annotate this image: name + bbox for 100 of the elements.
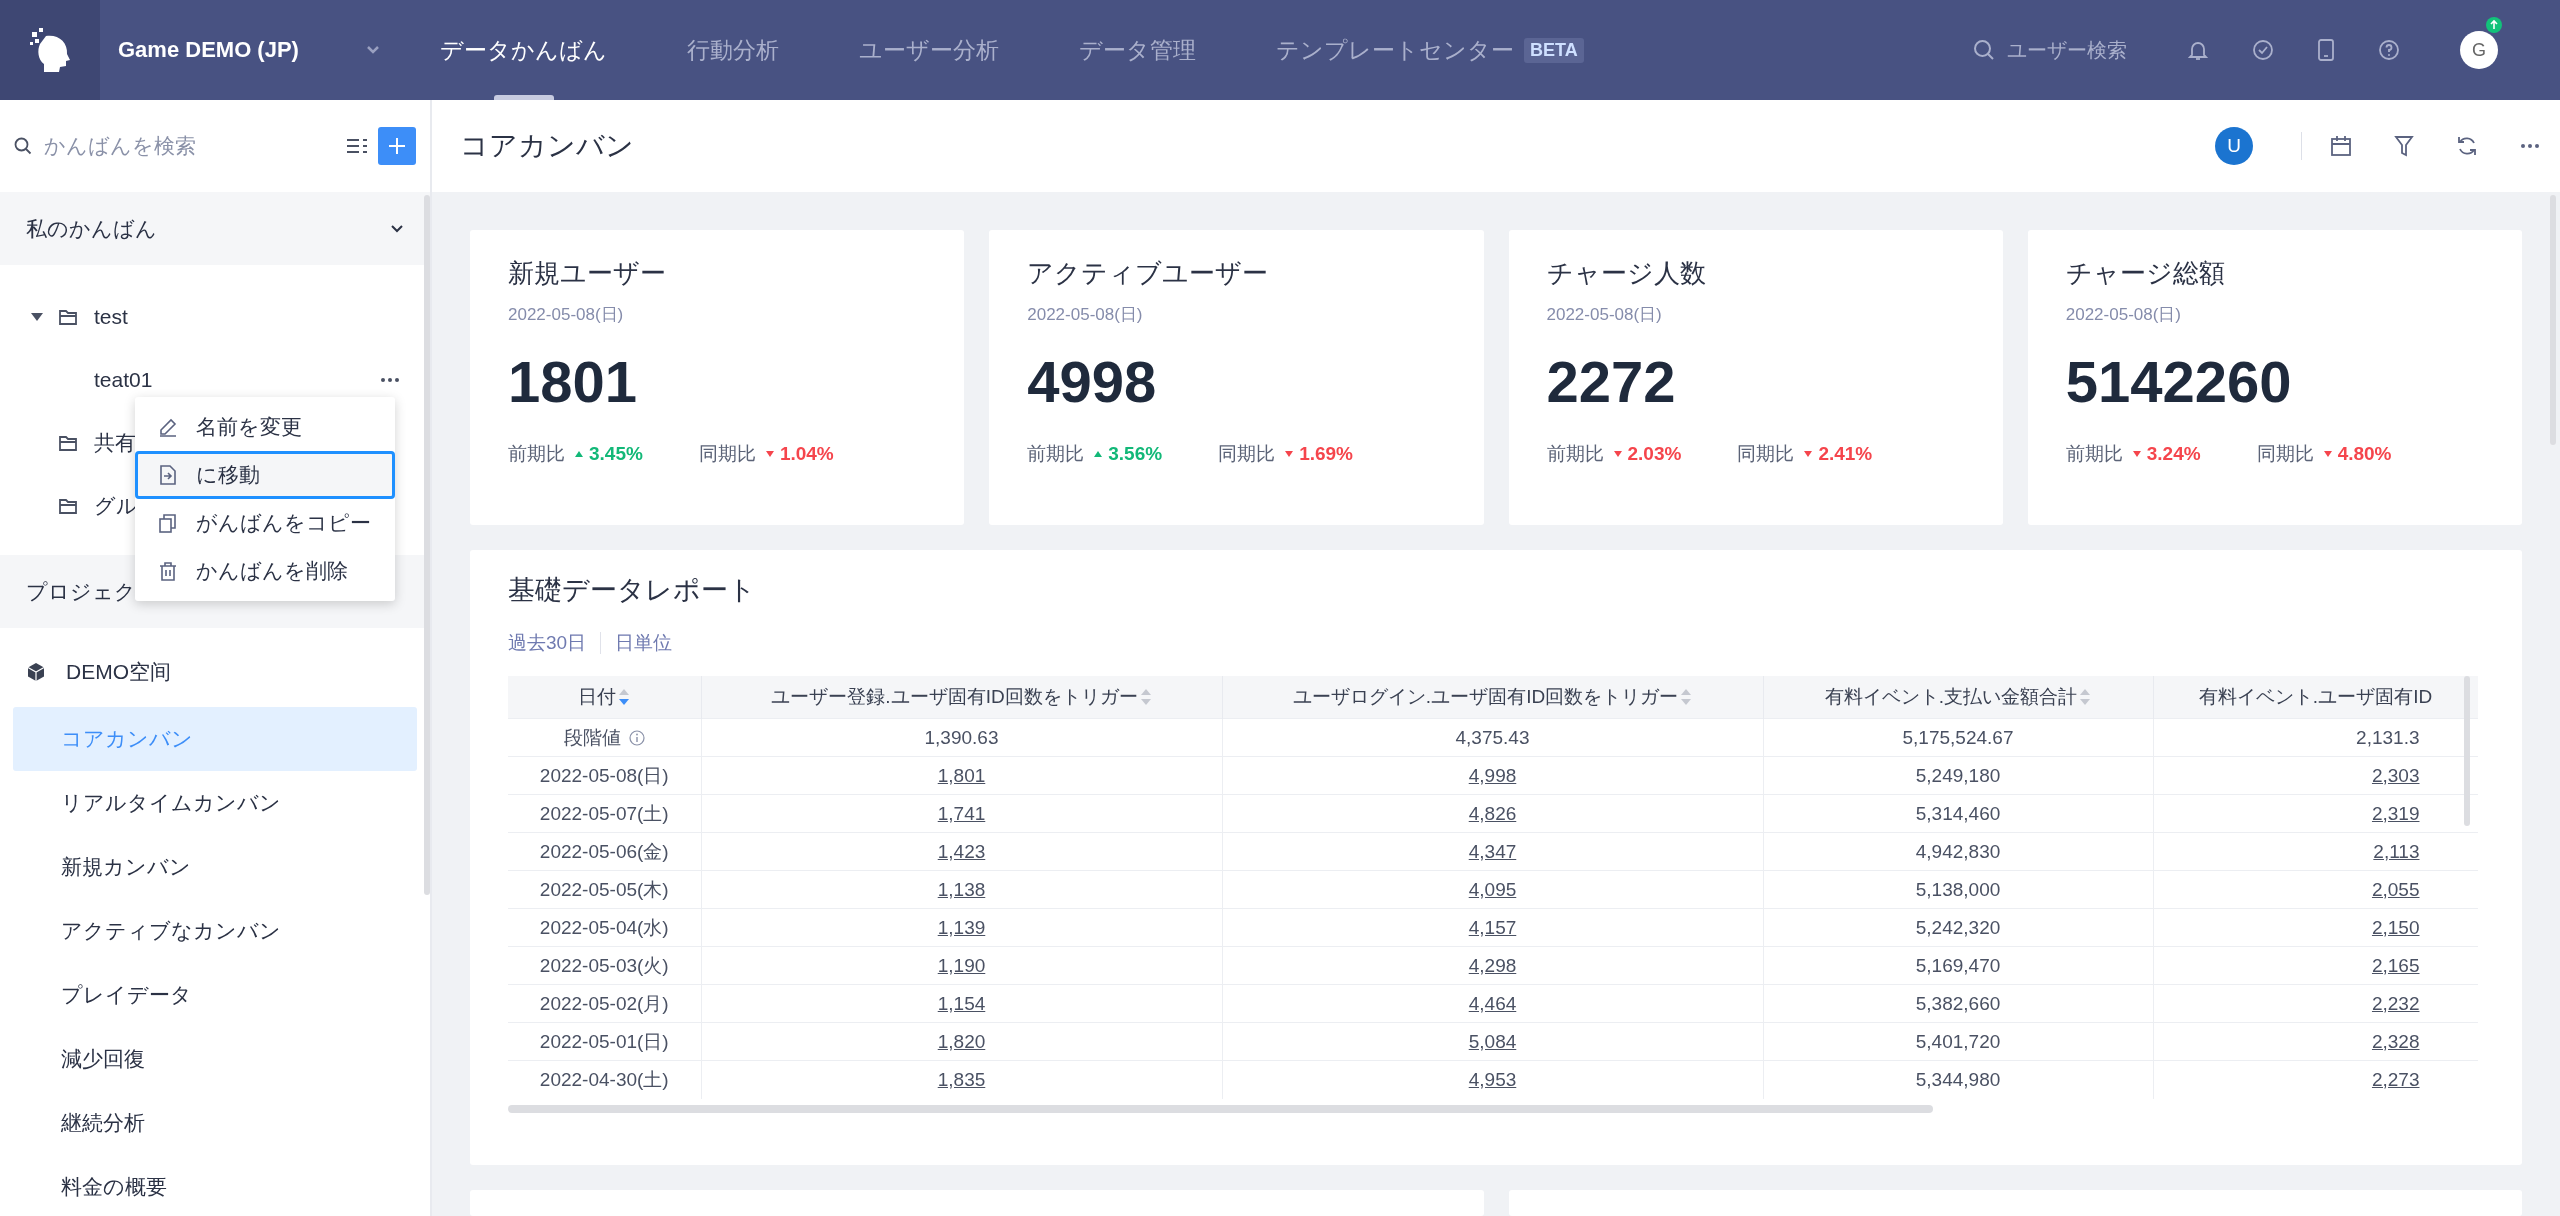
filter-label[interactable]: 過去30日 (508, 630, 587, 656)
horizontal-scrollbar[interactable] (508, 1104, 1933, 1113)
space-name: DEMO空间 (66, 658, 171, 685)
more-icon[interactable] (380, 376, 400, 383)
menu-item[interactable]: 名前を変更 (135, 403, 395, 451)
check-circle-icon[interactable] (2252, 39, 2274, 61)
card-title: チャージ総額 (2065, 257, 2226, 290)
filter-label[interactable]: 日単位 (615, 630, 673, 656)
cell-link[interactable]: 4,095 (1468, 878, 1517, 900)
cell-link[interactable]: 4,953 (1468, 1068, 1517, 1090)
list-view-icon[interactable] (346, 137, 368, 155)
metric-value: 4998 (1027, 348, 1158, 415)
triangle-down-icon (1613, 451, 1622, 457)
delta-label: 前期比 (1546, 442, 1604, 466)
cell-link[interactable]: 2,232 (2371, 992, 2420, 1014)
scrollbar[interactable] (424, 195, 430, 895)
vertical-scrollbar[interactable] (2464, 676, 2470, 826)
board-item[interactable]: 料金の概要 (13, 1155, 417, 1216)
refresh-icon[interactable] (2456, 135, 2478, 157)
table-cell: 2022-05-05(木) (539, 878, 669, 900)
report-title: 基礎データレポート (508, 574, 757, 607)
sort-icon[interactable] (618, 688, 631, 706)
chevron-down-icon[interactable] (366, 45, 380, 55)
table-cell: 2,131.3 (2356, 726, 2420, 748)
triangle-up-icon (1094, 451, 1103, 457)
cell-link[interactable]: 1,139 (937, 916, 986, 938)
cell-link[interactable]: 1,154 (937, 992, 986, 1014)
caret-down-icon[interactable] (31, 311, 43, 322)
delta-value: 1.04% (765, 443, 834, 465)
board-item[interactable]: 減少回復 (13, 1027, 417, 1091)
table-cell: 5,242,320 (1915, 916, 2001, 938)
section-title: プロジェク (26, 578, 136, 605)
cell-link[interactable]: 2,055 (2371, 878, 2420, 900)
section-header[interactable]: 私のかんばん (0, 192, 430, 265)
table-cell: 2022-05-07(土) (539, 802, 669, 824)
cell-link[interactable]: 2,113 (2373, 840, 2420, 862)
metric-value: 5142260 (2065, 348, 2293, 415)
menu-item[interactable]: がんばんをコピー (135, 499, 395, 547)
column-header[interactable]: ユーザー登録.ユーザ固有ID回数をトリガー (701, 676, 1222, 719)
column-header[interactable]: 有料イベント.支払い金額合計 (1763, 676, 2153, 719)
card-title: チャージ人数 (1546, 257, 1707, 290)
board-item[interactable]: リアルタイムカンバン (13, 771, 417, 835)
column-header[interactable]: 日付 (508, 676, 701, 719)
search-icon (14, 137, 32, 155)
cell-link[interactable]: 2,328 (2371, 1030, 2420, 1052)
cell-link[interactable]: 4,347 (1468, 840, 1517, 862)
nav-tab[interactable]: ユーザー分析 (859, 0, 999, 100)
board-item[interactable]: プレイデータ (13, 963, 417, 1027)
cell-link[interactable]: 2,273 (2371, 1068, 2420, 1090)
board-item[interactable]: 新規カンバン (13, 835, 417, 899)
metric-value: 2272 (1546, 348, 1677, 415)
board-item[interactable]: アクティブなカンバン (13, 899, 417, 963)
folder-item[interactable]: test (94, 304, 128, 329)
help-icon[interactable] (2378, 39, 2400, 61)
nav-tab[interactable]: データかんばん (440, 0, 607, 100)
project-name[interactable]: Game DEMO (JP) (118, 37, 366, 63)
cell-link[interactable]: 4,157 (1468, 916, 1517, 938)
bell-icon[interactable] (2187, 39, 2209, 61)
cell-link[interactable]: 1,138 (937, 878, 986, 900)
cell-link[interactable]: 4,998 (1468, 764, 1517, 786)
cell-link[interactable]: 2,319 (2371, 802, 2420, 824)
board-item[interactable]: 継続分析 (13, 1091, 417, 1155)
cell-link[interactable]: 1,741 (937, 802, 986, 824)
cell-link[interactable]: 4,464 (1468, 992, 1517, 1014)
board-item[interactable]: teat01 (94, 367, 153, 392)
menu-item[interactable]: に移動 (135, 451, 395, 499)
delta-label: 同期比 (698, 442, 756, 466)
cell-link[interactable]: 1,801 (937, 764, 986, 786)
user-avatar[interactable]: G (2460, 31, 2498, 69)
delta-value: 3.45% (575, 443, 643, 465)
info-icon[interactable] (628, 729, 645, 746)
table-cell: 5,169,470 (1915, 954, 2001, 976)
cell-link[interactable]: 1,190 (937, 954, 986, 976)
column-header[interactable]: ユーザログイン.ユーザ固有ID回数をトリガー (1222, 676, 1763, 719)
filter-icon[interactable] (2394, 135, 2414, 157)
column-header[interactable]: 有料イベント.ユーザ固有ID (2153, 676, 2478, 719)
calendar-icon[interactable] (2330, 135, 2352, 157)
cell-link[interactable]: 4,298 (1468, 954, 1517, 976)
cell-link[interactable]: 4,826 (1468, 802, 1517, 824)
card-date: 2022-05-08(日) (2065, 304, 2183, 326)
cell-link[interactable]: 1,835 (937, 1068, 986, 1090)
tablet-icon[interactable] (2317, 38, 2335, 62)
folder-icon (58, 307, 78, 326)
beta-badge: BETA (1524, 37, 1584, 63)
triangle-down-icon (2323, 451, 2332, 457)
triangle-up-icon (575, 451, 583, 457)
cell-link[interactable]: 2,165 (2371, 954, 2420, 976)
cell-link[interactable]: 1,423 (937, 840, 986, 862)
cell-link[interactable]: 5,084 (1468, 1030, 1517, 1052)
folder-item[interactable]: 共有 (94, 428, 136, 457)
folder-item[interactable]: グル (94, 491, 138, 520)
add-button[interactable] (378, 127, 416, 165)
user-avatar[interactable]: U (2215, 127, 2253, 165)
cell-link[interactable]: 2,303 (2371, 764, 2420, 786)
nav-tab[interactable]: テンプレートセンター BETA (1276, 0, 1584, 100)
cell-link[interactable]: 2,150 (2371, 916, 2420, 938)
more-icon[interactable] (2520, 143, 2540, 149)
menu-item[interactable]: かんばんを削除 (135, 547, 395, 595)
cell-link[interactable]: 1,820 (937, 1030, 986, 1052)
table-cell: 5,175,524.67 (1902, 726, 2014, 748)
